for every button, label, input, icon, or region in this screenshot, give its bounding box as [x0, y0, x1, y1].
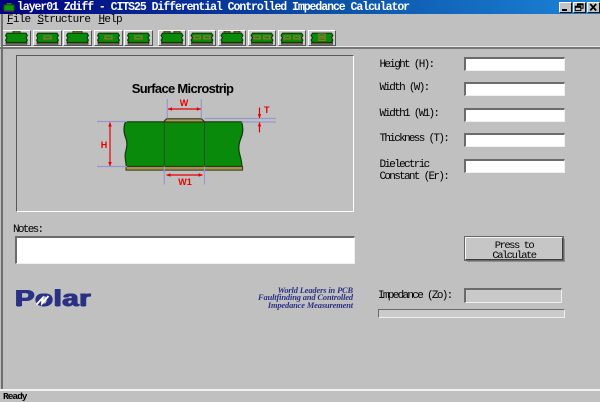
svg-text:H: H	[101, 140, 108, 150]
svg-text:W1: W1	[178, 177, 192, 187]
svg-text:W: W	[180, 98, 189, 108]
svg-text:T: T	[264, 105, 270, 115]
